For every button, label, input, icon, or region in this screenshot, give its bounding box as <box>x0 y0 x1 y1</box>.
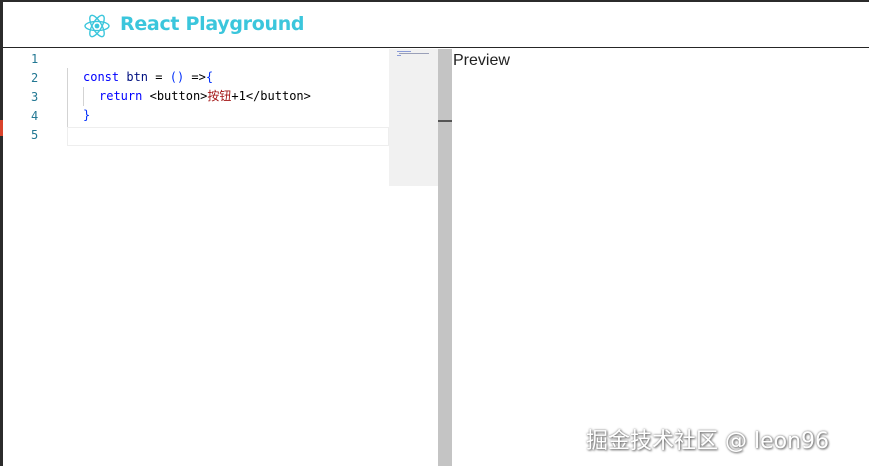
minimap-line <box>399 53 429 54</box>
preview-panel: Preview <box>452 49 869 466</box>
code-line-3: return <button>按钮+1</button> <box>99 87 311 106</box>
code-token: = <box>148 70 170 84</box>
line-number-gutter: 1 2 3 4 5 <box>3 49 63 466</box>
line-number: 4 <box>31 109 39 123</box>
minimap-line <box>397 55 401 56</box>
line-number: 1 <box>31 52 39 66</box>
playground-window: React Playground 1 2 3 4 5 const btn = (… <box>3 2 869 466</box>
minimap[interactable] <box>389 49 438 186</box>
preview-label: Preview <box>453 52 510 69</box>
code-token: const <box>83 70 120 84</box>
minimap-line <box>397 51 411 52</box>
line-number: 3 <box>31 90 39 104</box>
watermark: 掘金技术社区 @ leon96 <box>586 429 830 454</box>
app-header: React Playground <box>3 2 869 48</box>
line-number: 2 <box>31 71 39 85</box>
scrollbar-thumb[interactable] <box>438 120 452 122</box>
code-line-2: const btn = () =>{ <box>83 68 213 87</box>
indent-guide <box>83 87 84 106</box>
app-title: React Playground <box>120 13 305 35</box>
code-token: return <box>99 89 143 103</box>
indent-guide <box>67 68 68 127</box>
code-token: +1 <box>231 89 246 103</box>
code-text-area[interactable]: const btn = () =>{ return <button>按钮+1</… <box>67 49 389 466</box>
code-line-4: } <box>83 106 90 125</box>
code-token: } <box>83 108 91 122</box>
code-editor[interactable]: 1 2 3 4 5 const btn = () =>{ return <but… <box>3 49 438 466</box>
react-atom-icon <box>84 14 110 38</box>
code-token: btn <box>126 70 149 84</box>
code-token: </button> <box>245 89 311 103</box>
line-number: 5 <box>31 128 39 142</box>
current-line-highlight <box>67 127 389 146</box>
editor-scrollbar[interactable] <box>438 49 452 466</box>
code-token: { <box>205 70 214 84</box>
code-token: 按钮 <box>207 89 232 103</box>
code-token: <button> <box>149 89 208 103</box>
code-token: () <box>169 70 185 84</box>
code-token: => <box>184 70 206 84</box>
